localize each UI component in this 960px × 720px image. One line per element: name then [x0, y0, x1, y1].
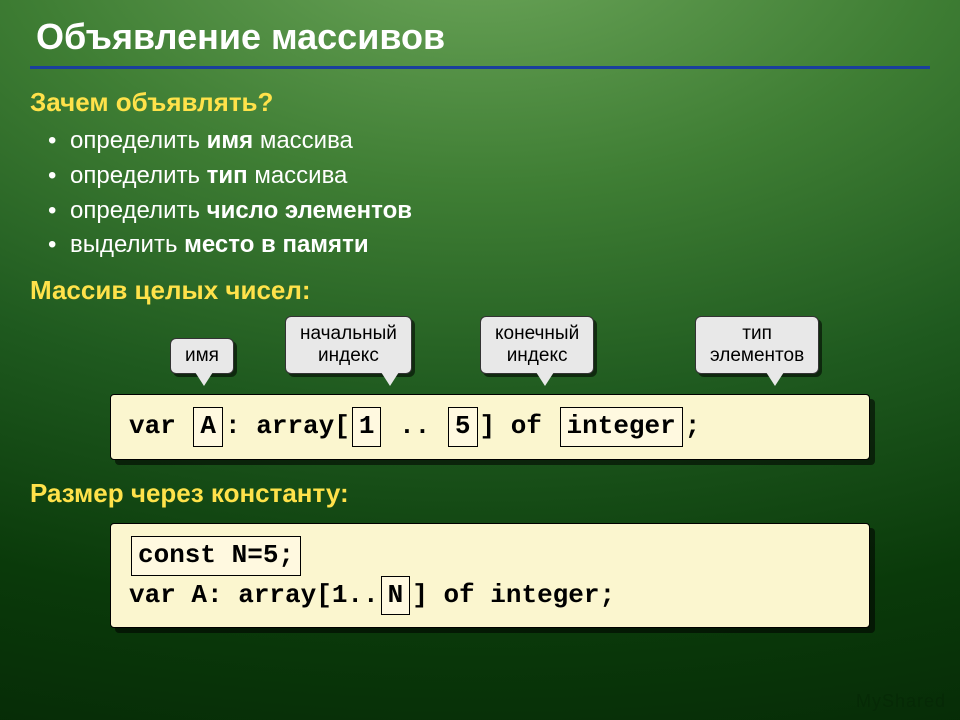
code-highlight-name: A: [193, 407, 223, 447]
text: определить: [70, 197, 207, 224]
callout-tail: [766, 372, 784, 386]
code-highlight-end: 5: [448, 407, 478, 447]
code-text: var A: array[1..: [129, 580, 379, 610]
text-bold: имя: [207, 127, 254, 154]
callout-name: имя: [170, 338, 234, 374]
code-box-const: const N=5; var A: array[1..N] of integer…: [110, 523, 870, 628]
text-bold: тип: [207, 162, 248, 189]
code-area-2: const N=5; var A: array[1..N] of integer…: [110, 523, 870, 628]
callout-end-index: конечныйиндекс: [480, 316, 594, 374]
code-text: ..: [383, 411, 445, 441]
code-text: ;: [685, 411, 701, 441]
watermark: MyShared: [856, 691, 946, 712]
title-underline: [30, 66, 930, 69]
callout-text: начальныйиндекс: [300, 323, 397, 366]
const-heading: Размер через константу:: [30, 478, 930, 509]
code-box-declaration: var A: array[1 .. 5] of integer;: [110, 394, 870, 460]
list-item: выделить место в памяти: [70, 228, 930, 263]
text-bold: место в памяти: [184, 231, 368, 258]
callout-text: имя: [185, 345, 219, 366]
text: определить: [70, 127, 207, 154]
callout-text: типэлементов: [710, 323, 804, 366]
why-heading: Зачем объявлять?: [30, 87, 930, 118]
callout-start-index: начальныйиндекс: [285, 316, 412, 374]
text: массива: [253, 127, 353, 154]
text: определить: [70, 162, 207, 189]
list-item: определить число элементов: [70, 194, 930, 229]
callout-element-type: типэлементов: [695, 316, 819, 374]
list-item: определить тип массива: [70, 159, 930, 194]
callout-tail: [536, 372, 554, 386]
callout-tail: [381, 372, 399, 386]
callout-tail: [195, 372, 213, 386]
code-text: var: [129, 411, 191, 441]
slide-title: Объявление массивов: [30, 0, 930, 58]
code-highlight-n: N: [381, 576, 411, 616]
text-bold: число элементов: [207, 197, 412, 224]
code-highlight-start: 1: [352, 407, 382, 447]
list-item: определить имя массива: [70, 124, 930, 159]
text: выделить: [70, 231, 184, 258]
code-highlight-const: const N=5;: [131, 536, 301, 576]
why-list: определить имя массива определить тип ма…: [30, 124, 930, 263]
int-array-heading: Массив целых чисел:: [30, 275, 930, 306]
code-highlight-type: integer: [560, 407, 683, 447]
code-text: ] of: [480, 411, 558, 441]
code-area-1: имя начальныйиндекс конечныйиндекс типэл…: [110, 394, 870, 460]
callout-text: конечныйиндекс: [495, 323, 579, 366]
text: массива: [248, 162, 348, 189]
slide: Объявление массивов Зачем объявлять? опр…: [0, 0, 960, 720]
code-text: : array[: [225, 411, 350, 441]
code-text: ] of integer;: [412, 580, 615, 610]
